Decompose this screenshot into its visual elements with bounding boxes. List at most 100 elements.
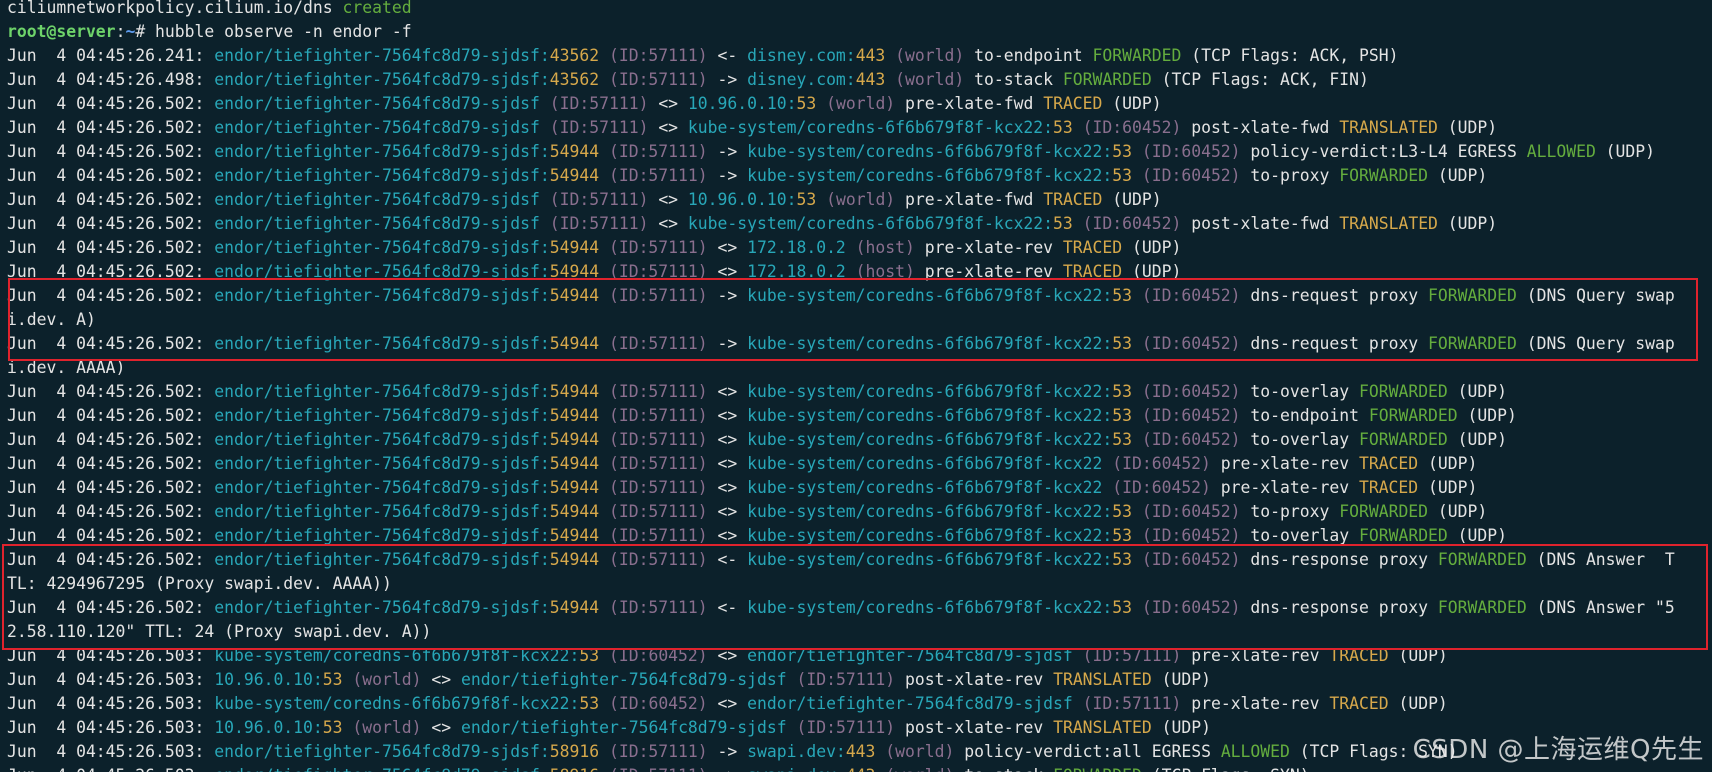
- terminal-segment: (DNS Query swap: [1516, 334, 1675, 353]
- terminal-segment: disney.com:: [747, 70, 856, 89]
- terminal-segment: ~: [125, 22, 136, 41]
- terminal-segment: 58916: [550, 766, 599, 772]
- terminal-segment: <>: [658, 214, 688, 233]
- terminal-segment: Jun 4 04:45:26.502:: [7, 142, 215, 161]
- terminal-segment: Jun 4 04:45:26.503:: [7, 766, 214, 772]
- terminal-segment: <>: [431, 718, 461, 737]
- terminal-segment: <-: [717, 46, 748, 65]
- terminal-segment: Jun 4 04:45:26.502:: [7, 262, 215, 281]
- terminal-segment: 53: [1112, 526, 1132, 545]
- terminal-line: Jun 4 04:45:26.502: endor/tiefighter-756…: [7, 92, 1712, 116]
- terminal-segment: TRANSLATED: [1053, 670, 1152, 689]
- terminal-line: Jun 4 04:45:26.502: endor/tiefighter-756…: [7, 500, 1712, 524]
- terminal-segment: Jun 4 04:45:26.502:: [7, 526, 215, 545]
- terminal-segment: (ID:57111): [786, 718, 906, 737]
- terminal-segment: endor/tiefighter-7564fc8d79-sjdsf:: [214, 382, 550, 401]
- terminal-segment: (ID:60452): [1102, 478, 1221, 497]
- terminal-line: Jun 4 04:45:26.503: kube-system/coredns-…: [7, 644, 1712, 668]
- terminal-segment: TRACED: [1043, 190, 1103, 209]
- terminal-segment: 54944: [549, 406, 600, 425]
- terminal-line: ciliumnetworkpolicy.cilium.io/dns create…: [7, 0, 1712, 20]
- terminal-segment: (ID:57111): [539, 118, 659, 137]
- terminal-line: Jun 4 04:45:26.502: endor/tiefighter-756…: [7, 380, 1712, 404]
- terminal-segment: FORWARDED: [1062, 70, 1152, 89]
- terminal-segment: (UDP): [1102, 190, 1162, 209]
- terminal-segment: 54944: [549, 502, 600, 521]
- terminal-segment: Jun 4 04:45:26.502:: [7, 238, 215, 257]
- terminal-segment: endor/tiefighter-7564fc8d79-sjdsf: [747, 646, 1073, 665]
- terminal-segment: 54944: [549, 526, 600, 545]
- terminal-segment: TRACED: [1358, 454, 1419, 473]
- terminal-segment: (world): [342, 670, 432, 689]
- terminal-segment: :: [115, 22, 126, 41]
- terminal-line: i.dev. A): [7, 308, 1712, 332]
- terminal-segment: Jun 4 04:45:26.502:: [7, 502, 215, 521]
- terminal-segment: ->: [717, 70, 748, 89]
- terminal-segment: (ID:60452): [1132, 502, 1251, 521]
- terminal-segment: 53: [579, 694, 600, 713]
- terminal-segment: dns-request proxy: [1250, 334, 1429, 353]
- terminal-segment: post-xlate-fwd: [1191, 118, 1340, 137]
- terminal-line: Jun 4 04:45:26.502: endor/tiefighter-756…: [7, 452, 1712, 476]
- terminal-line: Jun 4 04:45:26.498: endor/tiefighter-756…: [7, 68, 1712, 92]
- terminal-segment: Jun 4 04:45:26.503:: [7, 718, 215, 737]
- terminal-segment: kube-system/coredns-6f6b679f8f-kcx22:: [747, 430, 1113, 449]
- terminal-segment: policy-verdict:all EGRESS: [964, 742, 1221, 761]
- terminal-segment: TRACED: [1329, 694, 1389, 713]
- terminal-segment: 53: [1112, 382, 1132, 401]
- terminal-segment: (UDP): [1447, 526, 1508, 545]
- terminal-segment: kube-system/coredns-6f6b679f8f-kcx22:: [747, 406, 1113, 425]
- terminal-segment: to-overlay: [1250, 382, 1359, 401]
- terminal-segment: to-proxy: [1250, 166, 1340, 185]
- terminal-segment: (ID:60452): [1072, 118, 1192, 137]
- terminal-segment: FORWARDED: [1428, 286, 1517, 305]
- terminal-segment: (host): [845, 262, 925, 281]
- terminal-segment: endor/tiefighter-7564fc8d79-sjdsf:: [214, 406, 550, 425]
- terminal-segment: (ID:57111): [599, 478, 718, 497]
- terminal-segment: (ID:60452): [1132, 550, 1251, 569]
- terminal-output[interactable]: ciliumnetworkpolicy.cilium.io/dns create…: [0, 0, 1712, 772]
- terminal-line: i.dev. AAAA): [7, 356, 1712, 380]
- terminal-segment: FORWARDED: [1358, 382, 1448, 401]
- terminal-segment: 54944: [549, 598, 600, 617]
- terminal-segment: 172.18.0.2: [747, 262, 846, 281]
- terminal-segment: endor/tiefighter-7564fc8d79-sjdsf:: [214, 166, 550, 185]
- terminal-segment: 54944: [549, 334, 600, 353]
- watermark-text: CSDN @上海运维Q先生: [1412, 735, 1704, 765]
- terminal-segment: 53: [796, 94, 817, 113]
- terminal-segment: 58916: [549, 742, 600, 761]
- terminal-segment: ALLOWED: [1220, 742, 1290, 761]
- terminal-segment: dns-response proxy: [1250, 550, 1438, 569]
- terminal-segment: 2.58.110.120" TTL: 24 (Proxy swapi.dev. …: [7, 622, 432, 641]
- terminal-segment: (ID:60452): [1132, 598, 1251, 617]
- terminal-segment: # hubble observe -n endor -f: [135, 22, 412, 41]
- terminal-segment: 53: [796, 190, 817, 209]
- terminal-line: Jun 4 04:45:26.502: endor/tiefighter-756…: [7, 164, 1712, 188]
- terminal-segment: kube-system/coredns-6f6b679f8f-kcx22:: [747, 142, 1113, 161]
- terminal-segment: 53: [1112, 598, 1132, 617]
- terminal-segment: endor/tiefighter-7564fc8d79-sjdsf: [214, 214, 540, 233]
- terminal-segment: <>: [658, 94, 688, 113]
- terminal-segment: Jun 4 04:45:26.502:: [7, 334, 215, 353]
- terminal-segment: (world): [875, 742, 965, 761]
- terminal-segment: pre-xlate-rev: [924, 262, 1063, 281]
- terminal-segment: 10.96.0.10:: [214, 718, 323, 737]
- terminal-segment: kube-system/coredns-6f6b679f8f-kcx22:: [747, 334, 1113, 353]
- terminal-segment: 172.18.0.2: [747, 238, 846, 257]
- terminal-segment: <>: [717, 262, 748, 281]
- terminal-segment: Jun 4 04:45:26.503:: [7, 694, 215, 713]
- terminal-segment: Jun 4 04:45:26.241:: [7, 46, 215, 65]
- terminal-segment: 43562: [549, 46, 600, 65]
- terminal-line: Jun 4 04:45:26.241: endor/tiefighter-756…: [7, 44, 1712, 68]
- terminal-segment: (UDP): [1388, 694, 1448, 713]
- terminal-segment: (DNS Answer "5: [1526, 598, 1675, 617]
- terminal-line: Jun 4 04:45:26.502: endor/tiefighter-756…: [7, 212, 1712, 236]
- terminal-segment: kube-system/coredns-6f6b679f8f-kcx22:: [214, 646, 580, 665]
- terminal-segment: (ID:57111): [599, 238, 718, 257]
- terminal-segment: Jun 4 04:45:26.502:: [7, 598, 215, 617]
- terminal-segment: endor/tiefighter-7564fc8d79-sjdsf: [214, 118, 540, 137]
- terminal-segment: endor/tiefighter-7564fc8d79-sjdsf:: [214, 334, 550, 353]
- terminal-segment: 53: [1112, 550, 1132, 569]
- terminal-segment: (ID:57111): [599, 262, 718, 281]
- terminal-segment: (ID:60452): [1132, 166, 1251, 185]
